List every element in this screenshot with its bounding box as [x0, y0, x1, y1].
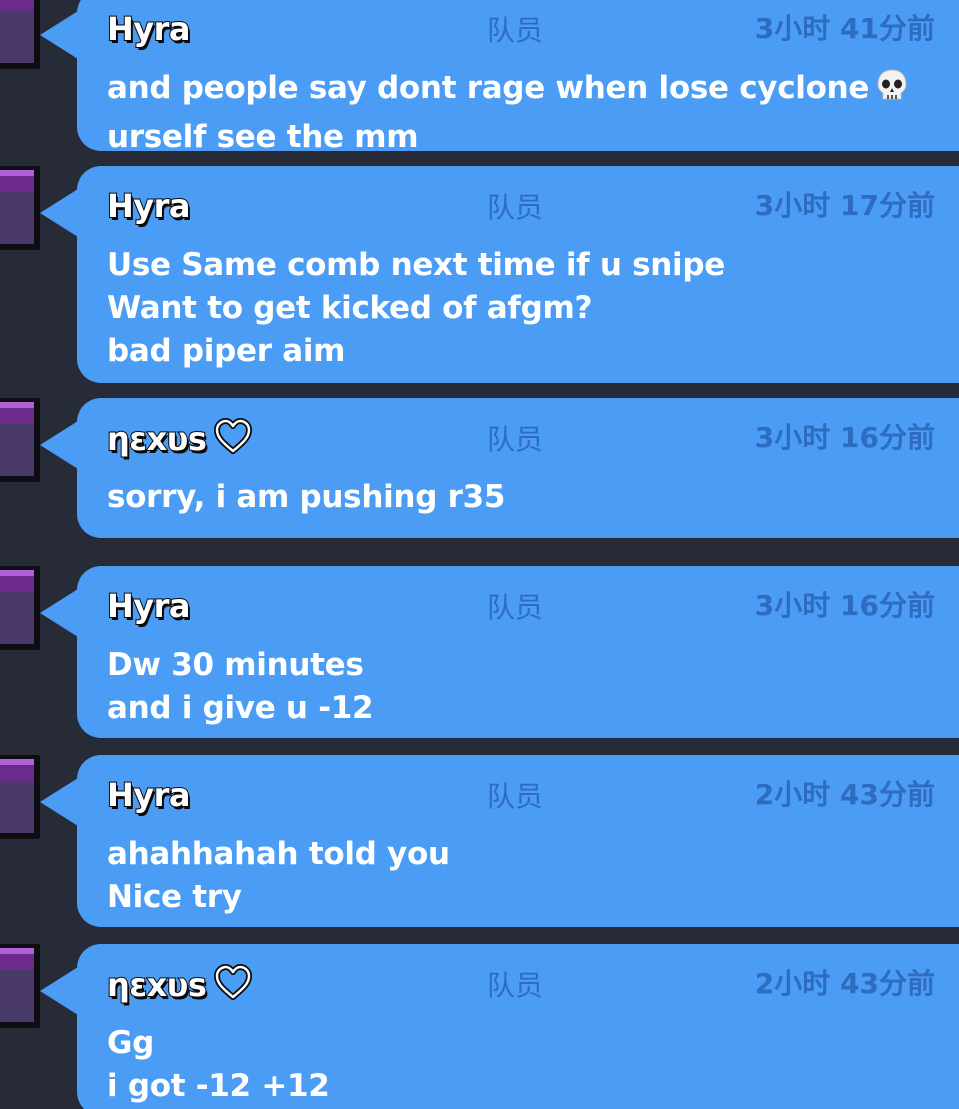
sender-name[interactable]: Hyra — [106, 586, 192, 626]
player-avatar[interactable] — [0, 944, 40, 1028]
message-body: Use Same comb next time if u snipe Want … — [107, 244, 927, 373]
message-line: and people say dont rage when lose cyclo… — [107, 67, 927, 116]
sender-name[interactable]: ηεxυs — [106, 418, 253, 463]
message-bubble[interactable]: Hyra 队员 3小时 41分前 and people say dont rag… — [77, 0, 959, 155]
mortis-portrait-icon — [0, 944, 40, 1028]
chat-message: Hyra 队员 3小时 17分前 Use Same comb next time… — [0, 166, 959, 383]
bubble-tail — [40, 967, 78, 1015]
message-line: i got -12 +12 — [107, 1068, 330, 1104]
mortis-portrait-icon — [0, 166, 40, 250]
message-line: bad piper aim — [107, 333, 346, 369]
sender-role: 队员 — [487, 780, 544, 813]
chat-message: Hyra 队员 3小时 41分前 and people say dont rag… — [0, 0, 959, 155]
message-time: 3小时 17分前 — [754, 189, 935, 222]
message-time: 2小时 43分前 — [754, 967, 935, 1000]
message-bubble[interactable]: Hyra 队员 2小时 43分前 ahahhahah told you Nice… — [77, 755, 959, 927]
sender-role: 队员 — [487, 191, 544, 224]
mortis-portrait-icon — [0, 0, 40, 69]
message-line: Dw 30 minutes — [107, 647, 364, 683]
message-bubble[interactable]: ηεxυs 队员 2小时 43分前 Gg i got -12 +12 — [77, 944, 959, 1109]
message-line: sorry, i am pushing r35 — [107, 479, 506, 515]
message-body: Gg i got -12 +12 — [107, 1022, 927, 1108]
bubble-tail — [40, 421, 78, 469]
mortis-portrait-icon — [0, 398, 40, 482]
message-line: and i give u -12 — [107, 690, 374, 726]
bubble-tail — [40, 189, 78, 237]
message-bubble[interactable]: ηεxυs 队员 3小时 16分前 sorry, i am pushing r3… — [77, 398, 959, 538]
chat-message: Hyra 队员 2小时 43分前 ahahhahah told you Nice… — [0, 755, 959, 927]
mortis-portrait-icon — [0, 566, 40, 650]
message-line: Want to get kicked of afgm? — [107, 290, 593, 326]
message-bubble[interactable]: Hyra 队员 3小时 16分前 Dw 30 minutes and i giv… — [77, 566, 959, 738]
message-line: Use Same comb next time if u snipe — [107, 247, 725, 283]
heart-outline-icon — [214, 964, 253, 1009]
message-line: Nice try — [107, 879, 242, 915]
message-time: 2小时 43分前 — [754, 778, 935, 811]
sender-role: 队员 — [487, 969, 544, 1002]
player-avatar[interactable] — [0, 755, 40, 839]
sender-name[interactable]: Hyra — [106, 775, 192, 815]
player-avatar[interactable] — [0, 398, 40, 482]
message-body: and people say dont rage when lose cyclo… — [107, 67, 927, 159]
chat-message: Hyra 队员 3小时 16分前 Dw 30 minutes and i giv… — [0, 566, 959, 738]
player-avatar[interactable] — [0, 0, 40, 69]
message-line: Gg — [107, 1025, 155, 1061]
sender-name[interactable]: Hyra — [106, 9, 192, 49]
player-avatar[interactable] — [0, 166, 40, 250]
message-line: ahahhahah told you — [107, 836, 450, 872]
mortis-portrait-icon — [0, 755, 40, 839]
sender-name[interactable]: Hyra — [106, 186, 192, 226]
heart-outline-icon — [214, 418, 253, 463]
message-body: sorry, i am pushing r35 — [107, 476, 927, 519]
skull-icon — [875, 68, 909, 116]
bubble-tail — [40, 11, 78, 59]
chat-message: ηεxυs 队员 2小时 43分前 Gg i got -12 +12 — [0, 944, 959, 1109]
message-time: 3小时 16分前 — [754, 589, 935, 622]
sender-role: 队员 — [487, 14, 544, 47]
chat-message: ηεxυs 队员 3小时 16分前 sorry, i am pushing r3… — [0, 398, 959, 538]
player-avatar[interactable] — [0, 566, 40, 650]
message-body: ahahhahah told you Nice try — [107, 833, 927, 919]
bubble-tail — [40, 589, 78, 637]
message-line: urself see the mm — [107, 119, 419, 155]
message-body: Dw 30 minutes and i give u -12 — [107, 644, 927, 730]
message-time: 3小时 16分前 — [754, 421, 935, 454]
sender-name[interactable]: ηεxυs — [106, 964, 253, 1009]
bubble-tail — [40, 778, 78, 826]
chat-log[interactable]: Hyra 队员 3小时 41分前 and people say dont rag… — [0, 0, 959, 1109]
sender-role: 队员 — [487, 591, 544, 624]
message-time: 3小时 41分前 — [754, 12, 935, 45]
message-bubble[interactable]: Hyra 队员 3小时 17分前 Use Same comb next time… — [77, 166, 959, 383]
sender-role: 队员 — [487, 423, 544, 456]
